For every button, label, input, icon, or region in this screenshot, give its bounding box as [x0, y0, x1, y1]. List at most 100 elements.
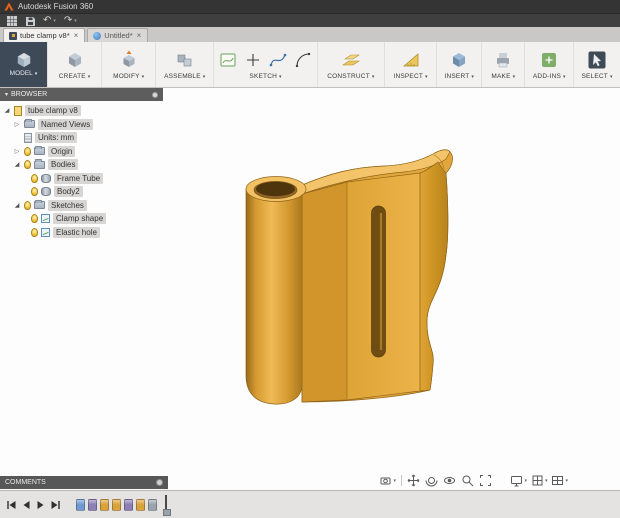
visibility-bulb-icon[interactable] [31, 187, 38, 197]
visibility-bulb-icon[interactable] [31, 173, 38, 183]
timeline-feature-extrude-icon[interactable] [100, 498, 109, 511]
browser-item-elastic-hole[interactable]: Elastic hole [0, 226, 163, 240]
toolbar-group-assemble[interactable]: ASSEMBLE [155, 42, 213, 87]
scripts-addins-icon[interactable] [539, 50, 559, 70]
visibility-bulb-icon[interactable] [31, 214, 38, 224]
close-tab-icon[interactable] [136, 32, 143, 40]
timeline-feature-extrude-icon[interactable] [112, 498, 121, 511]
browser-item-frame-tube[interactable]: Frame Tube [0, 172, 163, 186]
3d-print-icon[interactable] [493, 50, 513, 70]
toolbar-group-addins[interactable]: ADD-INS [524, 42, 573, 87]
browser-item-root[interactable]: tube clamp v8 [0, 104, 163, 118]
timeline-playhead-marker[interactable] [162, 494, 171, 516]
look-at-icon[interactable] [443, 474, 456, 487]
toolbar-group-sketch[interactable]: SKETCH [213, 42, 317, 87]
assemble-components-icon[interactable] [175, 50, 195, 70]
undo-icon[interactable]: ↶ [43, 15, 56, 26]
visibility-bulb-icon[interactable] [24, 146, 31, 156]
timeline-feature-extrude-icon[interactable] [136, 498, 145, 511]
orbit-icon[interactable] [425, 474, 438, 487]
expand-arrow-icon[interactable] [3, 107, 11, 114]
display-settings-icon[interactable] [510, 474, 527, 487]
expand-arrow-icon[interactable] [13, 161, 21, 168]
toolbar-group-construct[interactable]: CONSTRUCT [316, 42, 384, 87]
toolbar-group-inspect[interactable]: INSPECT [383, 42, 436, 87]
expand-arrow-icon[interactable] [13, 202, 21, 209]
visibility-bulb-icon[interactable] [24, 200, 31, 210]
panel-collapse-icon[interactable]: ▾ [5, 91, 8, 98]
model-workspace-icon [17, 52, 30, 68]
browser-title: BROWSER [11, 91, 48, 98]
toolbar-group-make[interactable]: MAKE [481, 42, 524, 87]
browser-item-sketches[interactable]: Sketches [0, 199, 163, 213]
divider [401, 475, 402, 486]
comments-indicator-dot-icon[interactable] [156, 479, 163, 486]
timeline-feature-sketch-icon[interactable] [124, 498, 133, 511]
browser-item-named-views[interactable]: Named Views [0, 118, 163, 132]
sketch-arc-icon[interactable] [293, 50, 313, 70]
sketch-point-icon[interactable] [243, 50, 263, 70]
folder-icon [34, 145, 45, 156]
toolbar-group-select[interactable]: SELECT [573, 42, 620, 87]
capture-icon[interactable] [379, 474, 396, 487]
data-panel-grid-icon[interactable] [7, 15, 17, 26]
browser-item-label: Named Views [38, 118, 94, 130]
timeline-feature-sketch-icon[interactable] [88, 498, 97, 511]
timeline-feature-sketch-icon[interactable] [76, 498, 85, 511]
expand-arrow-icon[interactable] [13, 148, 21, 155]
redo-icon[interactable]: ↷ [64, 15, 77, 26]
browser-item-label: Elastic hole [53, 226, 100, 238]
browser-options-icon[interactable] [152, 91, 158, 98]
sketch-spline-icon[interactable] [268, 50, 288, 70]
select-cursor-icon[interactable] [587, 50, 607, 70]
zoom-icon[interactable] [461, 474, 474, 487]
browser-header[interactable]: ▾ BROWSER [0, 88, 163, 101]
tab-untitled[interactable]: Untitled* [87, 28, 149, 42]
new-design-globe-icon [93, 31, 102, 40]
create-cube-icon[interactable] [65, 50, 85, 70]
browser-item-label: Units: mm [35, 132, 77, 144]
expand-arrow-icon[interactable] [13, 121, 21, 128]
toolbar-group-modify[interactable]: MODIFY [101, 42, 155, 87]
toolbar-group-label: INSERT [444, 73, 474, 80]
insert-mesh-icon[interactable] [449, 50, 469, 70]
comments-bar[interactable]: COMMENTS [0, 476, 168, 489]
browser-item-label: tube clamp v8 [25, 105, 81, 117]
browser-item-label: Bodies [48, 159, 79, 171]
pan-icon[interactable] [407, 474, 420, 487]
close-tab-icon[interactable] [73, 32, 80, 40]
workspace-switcher[interactable]: MODEL [0, 42, 47, 87]
browser-item-bodies[interactable]: Bodies [0, 158, 163, 172]
create-sketch-icon[interactable] [218, 50, 238, 70]
browser-item-label: Clamp shape [53, 213, 107, 225]
quick-access-bar: ↶ ↷ [0, 13, 620, 27]
construction-planes-icon[interactable] [341, 50, 361, 70]
skip-to-end-icon[interactable] [50, 499, 62, 511]
visibility-bulb-icon[interactable] [24, 160, 31, 170]
main-toolbar: MODEL CREATE MODIFY ASSEMBLE [0, 42, 620, 88]
tab-tube-clamp[interactable]: tube clamp v8* [3, 28, 86, 42]
toolbar-group-create[interactable]: CREATE [47, 42, 101, 87]
toolbar-group-label: MODIFY [113, 73, 144, 80]
play-forward-icon[interactable] [35, 499, 47, 511]
visibility-bulb-icon[interactable] [31, 227, 38, 237]
step-back-icon[interactable] [20, 499, 32, 511]
save-icon[interactable] [25, 16, 35, 26]
sketch-icon [41, 227, 50, 237]
measure-icon[interactable] [401, 50, 421, 70]
browser-item-units[interactable]: Units: mm [0, 131, 163, 145]
browser-item-label: Frame Tube [54, 172, 104, 184]
navigation-bar [379, 474, 492, 487]
browser-item-body2[interactable]: Body2 [0, 185, 163, 199]
browser-item-origin[interactable]: Origin [0, 145, 163, 159]
viewports-icon[interactable] [551, 474, 568, 487]
press-pull-icon[interactable] [119, 50, 139, 70]
timeline-feature-icon[interactable] [148, 498, 157, 511]
browser-item-clamp-shape[interactable]: Clamp shape [0, 212, 163, 226]
grid-and-snaps-icon[interactable] [531, 474, 548, 487]
toolbar-group-insert[interactable]: INSERT [436, 42, 481, 87]
skip-to-start-icon[interactable] [5, 499, 17, 511]
fit-icon[interactable] [479, 474, 492, 487]
tab-label: tube clamp v8* [20, 31, 70, 40]
autodesk-logo-icon [4, 2, 14, 11]
